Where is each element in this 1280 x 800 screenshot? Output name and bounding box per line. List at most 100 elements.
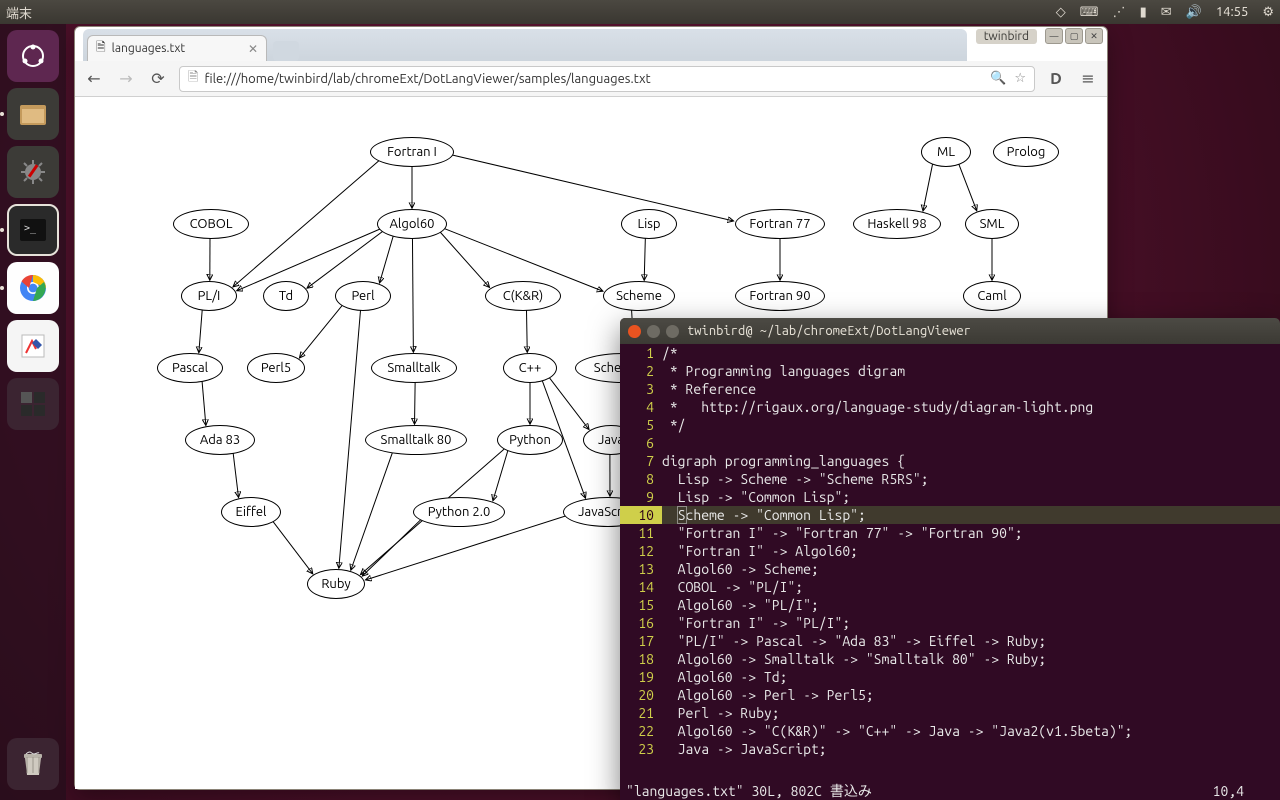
tab-close-icon[interactable]: ✕ [248,42,258,56]
graph-node-ruby: Ruby [307,569,365,599]
terminal-line: 19 Algol60 -> Td; [620,668,1280,686]
graph-node-ml: ML [921,137,971,167]
graph-node-python: Python [497,425,563,455]
bookmark-icon[interactable]: ☆ [1014,71,1026,86]
graph-node-python20: Python 2.0 [413,497,505,527]
graph-node-algol60: Algol60 [377,209,447,239]
terminal-body[interactable]: 1/*2 * Programming languages digram3 * R… [620,344,1280,800]
terminal-line: 18 Algol60 -> Smalltalk -> "Smalltalk 80… [620,650,1280,668]
page-icon: 🗎 [188,68,198,90]
trash-icon[interactable] [7,738,59,790]
terminal-line: 15 Algol60 -> "PL/I"; [620,596,1280,614]
browser-toolbar: ← → ⟳ 🗎 file:///home/twinbird/lab/chrome… [75,61,1107,97]
graph-node-sml: SML [965,209,1019,239]
workspace-switcher-icon[interactable] [7,378,59,430]
dropbox-icon[interactable]: ◇ [1056,5,1066,20]
terminal-line: 14 COBOL -> "PL/I"; [620,578,1280,596]
graph-node-smalltalk: Smalltalk [371,353,457,383]
keyboard-icon[interactable]: ⌨ [1080,5,1099,20]
minimize-button[interactable]: — [1045,28,1063,44]
graph-node-ada83: Ada 83 [185,425,255,455]
window-title: twinbird [976,29,1037,44]
terminal-line: 17 "PL/I" -> Pascal -> "Ada 83" -> Eiffe… [620,632,1280,650]
mail-icon[interactable]: ✉ [1161,5,1172,20]
graph-node-pascal: Pascal [157,353,223,383]
terminal-titlebar[interactable]: twinbird@ ~/lab/chromeExt/DotLangViewer [620,318,1280,344]
battery-icon[interactable]: ▮ [1140,5,1147,20]
terminal-line: 20 Algol60 -> Perl -> Perl5; [620,686,1280,704]
terminal-line: 4 * http://rigaux.org/language-study/dia… [620,398,1280,416]
url-text: file:///home/twinbird/lab/chromeExt/DotL… [204,72,650,86]
terminal-line: 3 * Reference [620,380,1280,398]
dash-icon[interactable] [7,30,59,82]
vim-status-left: "languages.txt" 30L, 802C 書込み [626,782,872,800]
graph-node-fortran1: Fortran I [370,137,454,167]
terminal-line: 22 Algol60 -> "C(K&R)" -> "C++" -> Java … [620,722,1280,740]
graph-node-eiffel: Eiffel [221,497,281,527]
tab-strip: 🗎 languages.txt ✕ [83,29,967,61]
terminal-maximize-button[interactable] [666,325,679,338]
menubar: 端末 ◇ ⌨ ⋰ ▮ ✉ 🔊 14:55 ⚙ [0,0,1280,24]
terminal-close-button[interactable] [628,325,641,338]
terminal-window: twinbird@ ~/lab/chromeExt/DotLangViewer … [620,318,1280,800]
maximize-button[interactable]: ▢ [1065,28,1083,44]
terminal-icon[interactable]: >_ [7,204,59,256]
volume-icon[interactable]: 🔊 [1186,5,1202,20]
vim-status-pos: 10,4 [1213,782,1274,800]
close-button[interactable]: ✕ [1085,28,1103,44]
unity-launcher: >_ [0,24,66,800]
address-bar[interactable]: 🗎 file:///home/twinbird/lab/chromeExt/Do… [179,66,1035,92]
window-controls: twinbird — ▢ ✕ [976,28,1103,44]
files-icon[interactable] [7,88,59,140]
zoom-icon[interactable]: 🔍 [990,71,1006,86]
terminal-line: 16 "Fortran I" -> "PL/I"; [620,614,1280,632]
terminal-line: 11 "Fortran I" -> "Fortran 77" -> "Fortr… [620,524,1280,542]
terminal-line: 21 Perl -> Ruby; [620,704,1280,722]
file-icon: 🗎 [96,38,106,59]
terminal-line: 13 Algol60 -> Scheme; [620,560,1280,578]
graph-node-td: Td [263,281,309,311]
extension-button[interactable]: D [1045,68,1067,90]
graph-node-prolog: Prolog [993,137,1059,167]
back-button[interactable]: ← [83,68,105,90]
terminal-title: twinbird@ ~/lab/chromeExt/DotLangViewer [687,324,971,338]
graph-node-perl: Perl [335,281,391,311]
graph-node-pli: PL/I [181,281,237,311]
tab-languages[interactable]: 🗎 languages.txt ✕ [87,35,267,61]
graph-node-scheme: Scheme [603,281,675,311]
clock[interactable]: 14:55 [1216,5,1249,19]
settings-icon[interactable] [7,146,59,198]
terminal-line: 23 Java -> JavaScript; [620,740,1280,758]
chrome-icon[interactable] [7,262,59,314]
terminal-line: 10 Scheme -> "Common Lisp"; [620,506,1280,524]
session-icon[interactable]: ⚙ [1262,5,1274,20]
terminal-line: 1/* [620,344,1280,362]
terminal-line: 9 Lisp -> "Common Lisp"; [620,488,1280,506]
terminal-minimize-button[interactable] [647,325,660,338]
graph-node-cobol: COBOL [173,209,249,239]
forward-button[interactable]: → [115,68,137,90]
graph-node-smalltalk80: Smalltalk 80 [365,425,467,455]
graph-node-lisp: Lisp [621,209,677,239]
terminal-line: 7digraph programming_languages { [620,452,1280,470]
graph-node-ckr: C(K&R) [485,281,561,311]
graph-node-perl5: Perl5 [247,353,305,383]
wifi-icon[interactable]: ⋰ [1113,5,1126,20]
terminal-line: 6 [620,434,1280,452]
terminal-line: 5 */ [620,416,1280,434]
menu-button[interactable]: ≡ [1077,68,1099,90]
terminal-line: 12 "Fortran I" -> Algol60; [620,542,1280,560]
svg-text:>_: >_ [24,223,37,234]
vim-status-line: "languages.txt" 30L, 802C 書込み 10,4 [620,782,1280,800]
reload-button[interactable]: ⟳ [147,68,169,90]
text-editor-icon[interactable] [7,320,59,372]
graph-node-fortran90: Fortran 90 [735,281,825,311]
graph-node-cpp: C++ [503,353,557,383]
active-app-title[interactable]: 端末 [6,3,32,22]
graph-node-fortran77: Fortran 77 [735,209,825,239]
tab-title: languages.txt [112,42,186,55]
new-tab-button[interactable] [273,41,299,61]
terminal-line: 8 Lisp -> Scheme -> "Scheme R5RS"; [620,470,1280,488]
system-tray: ◇ ⌨ ⋰ ▮ ✉ 🔊 14:55 ⚙ [1056,5,1274,20]
terminal-line: 2 * Programming languages digram [620,362,1280,380]
